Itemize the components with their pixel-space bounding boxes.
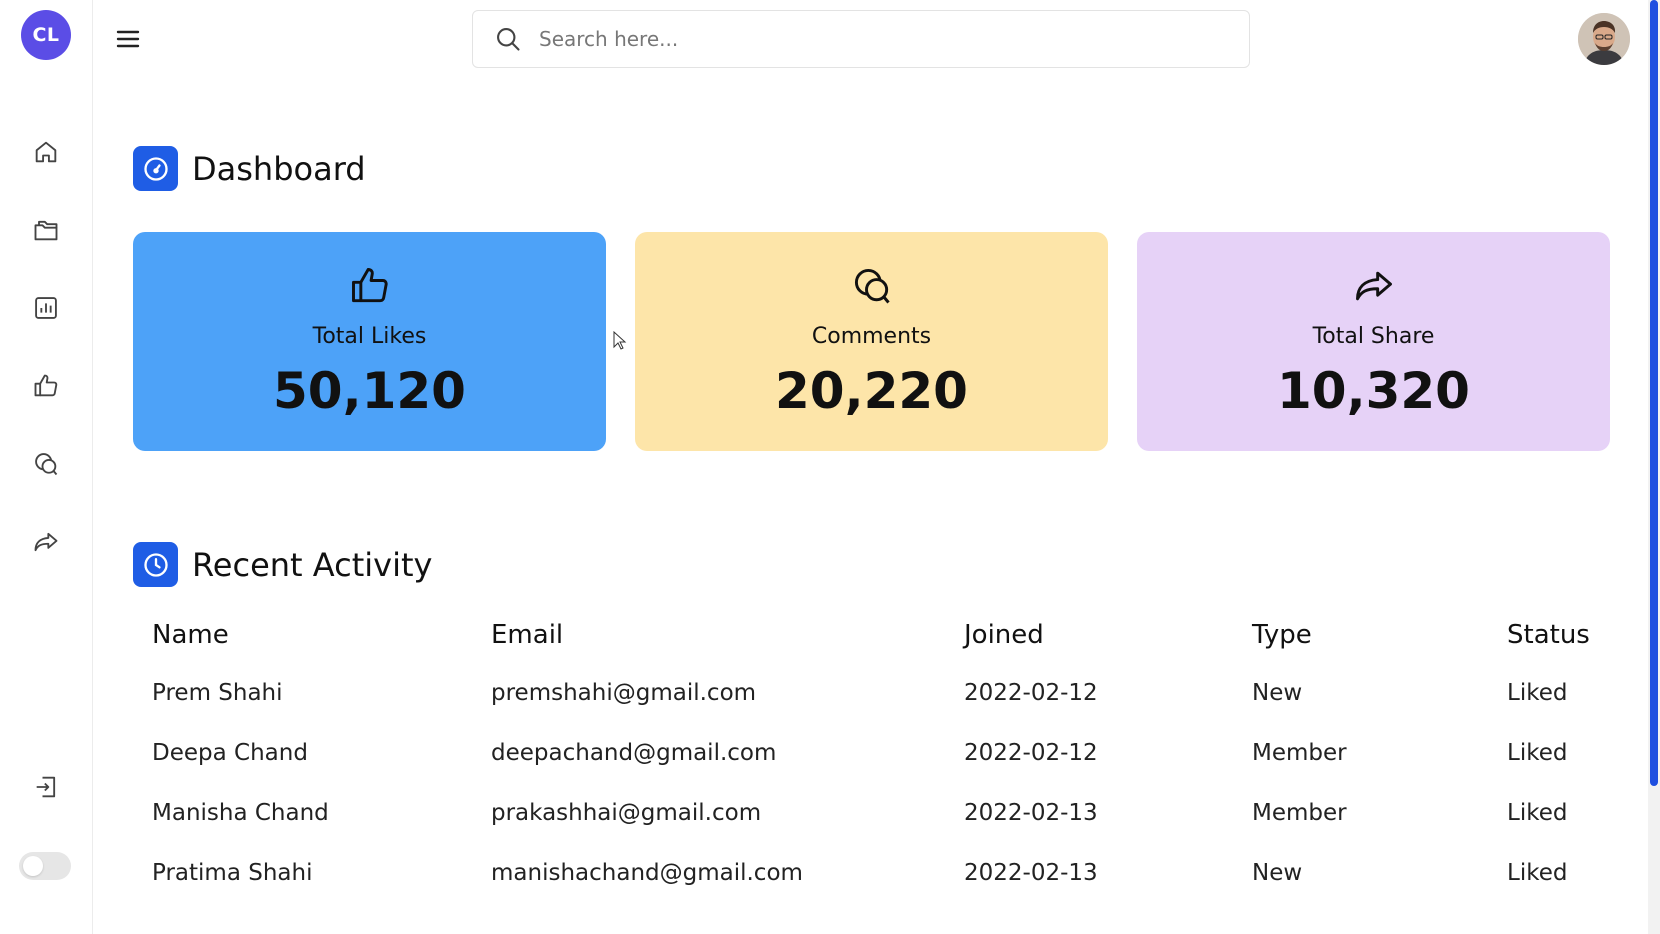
logout-icon — [36, 776, 56, 798]
total-likes-card[interactable]: Total Likes 50,120 — [133, 232, 606, 451]
cell-email: manishachand@gmail.com — [491, 860, 803, 886]
mouse-cursor-icon — [613, 331, 627, 350]
clock-icon — [133, 542, 178, 587]
sidebar-item-likes[interactable] — [27, 367, 65, 405]
sidebar-item-analytics[interactable] — [27, 289, 65, 327]
sidebar-item-folders[interactable] — [27, 211, 65, 249]
menu-button[interactable] — [113, 26, 143, 52]
cell-joined: 2022-02-12 — [964, 740, 1098, 766]
cell-name: Manisha Chand — [152, 800, 329, 826]
theme-toggle[interactable] — [19, 852, 71, 880]
cell-status: Liked — [1507, 740, 1568, 766]
cell-joined: 2022-02-12 — [964, 680, 1098, 706]
user-avatar[interactable] — [1578, 13, 1630, 65]
total-share-card[interactable]: Total Share 10,320 — [1137, 232, 1610, 451]
cell-joined: 2022-02-13 — [964, 800, 1098, 826]
sidebar-item-share[interactable] — [27, 523, 65, 561]
column-header-type[interactable]: Type — [1252, 620, 1312, 650]
recent-activity-table: Name Email Joined Type Status Prem Shahi… — [133, 620, 1613, 920]
cell-joined: 2022-02-13 — [964, 860, 1098, 886]
column-header-name[interactable]: Name — [152, 620, 229, 650]
card-label: Total Likes — [312, 324, 427, 349]
hamburger-icon — [116, 30, 140, 48]
cell-name: Pratima Shahi — [152, 860, 313, 886]
sidebar-item-comments[interactable] — [27, 445, 65, 483]
cell-type: New — [1252, 680, 1303, 706]
thumbs-up-icon — [133, 262, 606, 310]
cell-name: Prem Shahi — [152, 680, 283, 706]
comments-icon — [635, 262, 1108, 310]
cell-email: prakashhai@gmail.com — [491, 800, 762, 826]
speedometer-icon — [133, 146, 178, 191]
thumbs-up-icon — [34, 374, 58, 397]
table-header-row: Name Email Joined Type Status — [133, 620, 1613, 680]
comments-card[interactable]: Comments 20,220 — [635, 232, 1108, 451]
scrollbar[interactable] — [1648, 0, 1660, 934]
column-header-joined[interactable]: Joined — [964, 620, 1044, 650]
toggle-knob — [23, 856, 43, 876]
cell-email: deepachand@gmail.com — [491, 740, 777, 766]
home-icon — [35, 141, 57, 163]
cell-status: Liked — [1507, 800, 1568, 826]
cell-type: Member — [1252, 740, 1347, 766]
search-bar — [472, 10, 1250, 68]
recent-activity-header: Recent Activity — [133, 542, 432, 587]
table-row[interactable]: Prem Shahi premshahi@gmail.com 2022-02-1… — [133, 680, 1613, 740]
column-header-email[interactable]: Email — [491, 620, 563, 650]
share-icon — [34, 532, 58, 552]
card-value: 10,320 — [1277, 362, 1470, 420]
app-logo[interactable]: CL — [21, 10, 71, 60]
cell-status: Liked — [1507, 680, 1568, 706]
dashboard-header: Dashboard — [133, 146, 366, 191]
card-value: 50,120 — [273, 362, 466, 420]
sidebar-item-home[interactable] — [27, 133, 65, 171]
section-title: Recent Activity — [192, 545, 433, 584]
card-label: Total Share — [1312, 324, 1435, 349]
comments-icon — [35, 453, 58, 476]
cell-type: Member — [1252, 800, 1347, 826]
cell-name: Deepa Chand — [152, 740, 308, 766]
page-title: Dashboard — [192, 149, 366, 188]
table-row[interactable]: Deepa Chand deepachand@gmail.com 2022-02… — [133, 740, 1613, 800]
cell-status: Liked — [1507, 860, 1568, 886]
table-row[interactable]: Pratima Shahi manishachand@gmail.com 202… — [133, 860, 1613, 920]
sidebar-item-logout[interactable] — [27, 768, 65, 806]
card-value: 20,220 — [775, 362, 968, 420]
table-row[interactable]: Manisha Chand prakashhai@gmail.com 2022-… — [133, 800, 1613, 860]
share-icon — [1137, 262, 1610, 310]
scrollbar-thumb[interactable] — [1650, 0, 1658, 786]
card-label: Comments — [811, 324, 932, 349]
chart-icon — [35, 297, 57, 319]
folders-icon — [34, 220, 58, 241]
cell-email: premshahi@gmail.com — [491, 680, 757, 706]
search-icon — [493, 24, 523, 54]
sidebar: CL — [0, 0, 93, 934]
search-input[interactable] — [539, 27, 1219, 51]
column-header-status[interactable]: Status — [1507, 620, 1590, 650]
cell-type: New — [1252, 860, 1303, 886]
